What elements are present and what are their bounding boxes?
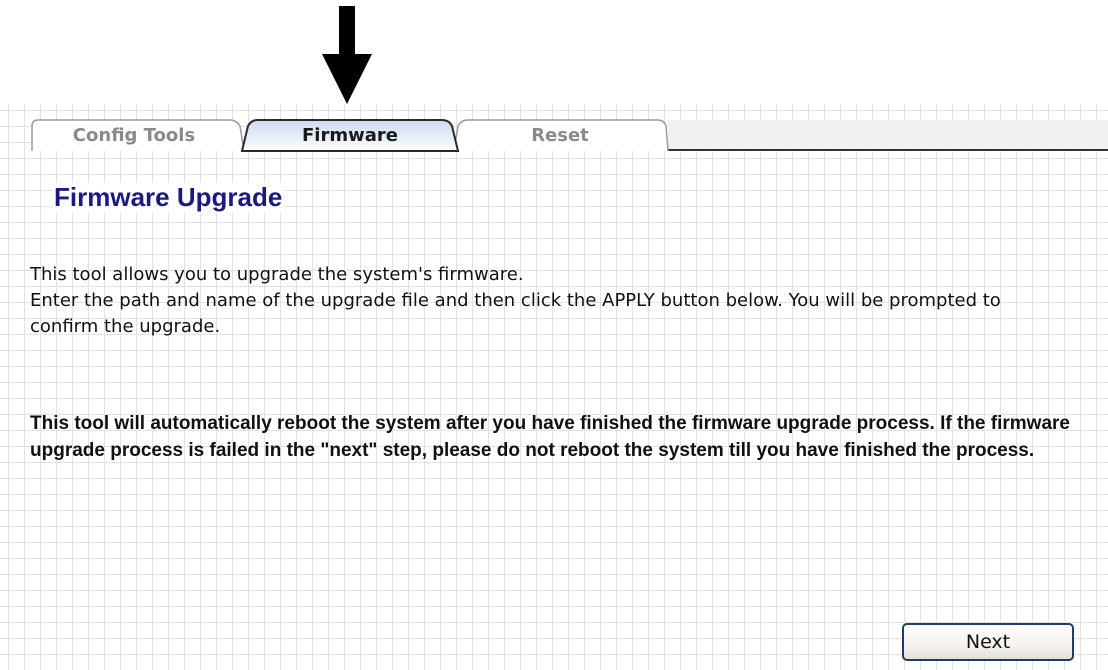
description: This tool allows you to upgrade the syst… — [30, 262, 1030, 340]
next-button[interactable]: Next — [902, 623, 1074, 661]
tab-reset[interactable]: Reset — [460, 124, 660, 148]
tab-firmware[interactable]: Firmware — [250, 124, 450, 148]
description-line-1: This tool allows you to upgrade the syst… — [30, 264, 524, 285]
content-panel: Config Tools Reset Firmware Firmware Upg… — [0, 104, 1108, 670]
page-title: Firmware Upgrade — [52, 182, 285, 213]
description-line-2: Enter the path and name of the upgrade f… — [30, 290, 1001, 337]
tab-bar-background — [668, 120, 1108, 151]
tab-config-tools[interactable]: Config Tools — [34, 124, 234, 148]
reboot-warning: This tool will automatically reboot the … — [30, 413, 1070, 461]
tab-bar: Config Tools Reset Firmware — [0, 118, 1108, 152]
down-arrow-icon — [322, 6, 372, 104]
